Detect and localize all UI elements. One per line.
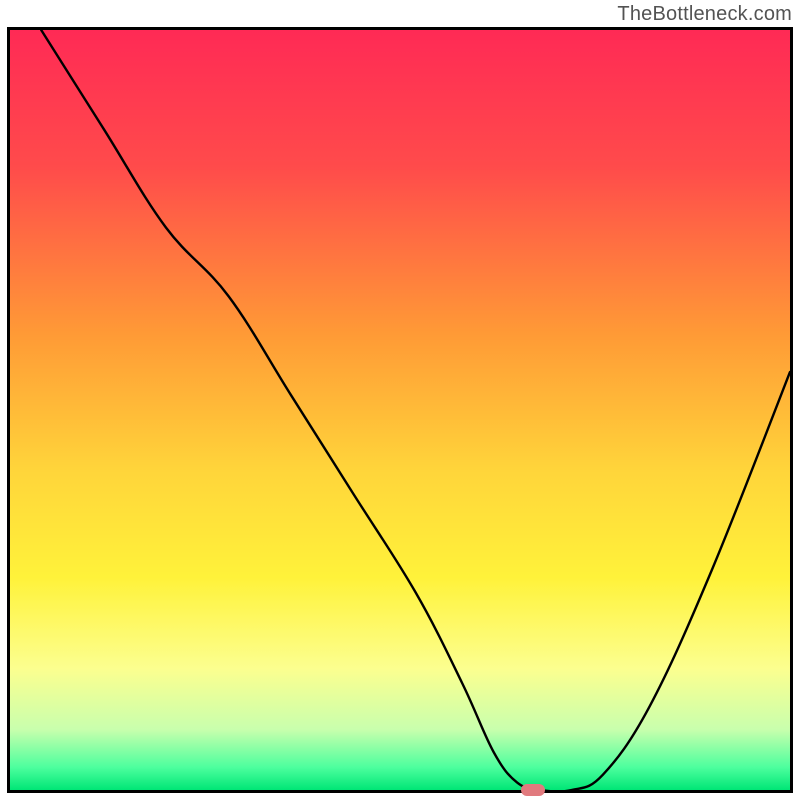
- chart-frame: [7, 27, 793, 793]
- optimal-marker: [521, 784, 545, 796]
- bottleneck-curve: [10, 30, 790, 790]
- watermark-text: TheBottleneck.com: [617, 3, 792, 26]
